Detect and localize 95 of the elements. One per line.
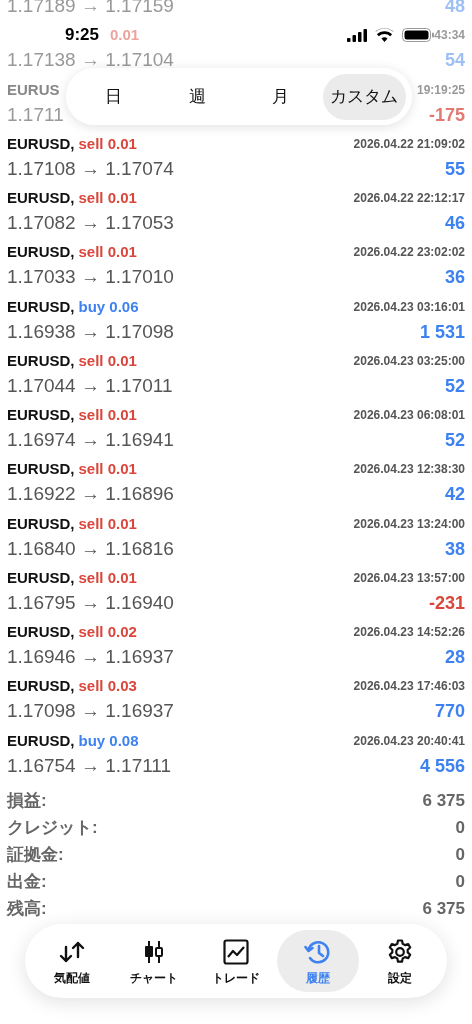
price-range: 1.16922 → 1.16896: [7, 483, 174, 506]
nav-tab[interactable]: 設定: [359, 930, 441, 992]
price-range: 1.17098 → 1.16937: [7, 700, 174, 723]
symbol-text: EURUSD,: [7, 242, 75, 263]
symbol-text: EURUSD,: [7, 405, 75, 425]
trade-time: 2026.04.23 06:08:01: [353, 407, 465, 424]
trade-time: 2026.04.22 22:12:17: [353, 190, 465, 207]
trade-side: sell 0.01: [78, 513, 137, 534]
profit-value: 1 531: [419, 320, 465, 343]
summary-label: 損益:: [7, 789, 47, 812]
wifi-icon: [375, 28, 394, 42]
profit-value: 52: [444, 374, 465, 397]
trade-time: 2026.04.23 03:25:00: [353, 352, 465, 370]
profit-value: 36: [444, 266, 465, 289]
trade-side: buy 0.08: [78, 730, 139, 751]
trade-time: 2026.04.22 23:02:02: [353, 244, 465, 262]
trade-side: sell 0.01: [78, 133, 137, 154]
symbol-text: EURUS: [7, 79, 60, 100]
trade-side: sell 0.01: [78, 567, 137, 588]
period-tab[interactable]: 週: [155, 73, 239, 120]
summary-value: 6 375: [422, 789, 465, 812]
symbol-text: EURUSD,: [7, 296, 75, 317]
summary-label: 残高:: [7, 897, 47, 920]
trade-side: sell 0.01: [78, 188, 137, 208]
period-tab[interactable]: 月: [239, 73, 323, 120]
profit-value: -231: [428, 591, 465, 614]
trade-time: 2026.04.23 17:46:03: [353, 678, 465, 696]
profit-value: 4 556: [419, 754, 465, 777]
trade-time: 2026.04.23 03:16:01: [353, 298, 465, 316]
summary-value: 0: [455, 870, 465, 893]
trade-time: 43:34: [434, 27, 465, 45]
up-down-arrows-icon: [59, 940, 85, 963]
status-time: 9:25: [65, 24, 100, 47]
symbol-text: EURUSD,: [7, 567, 75, 588]
nav-tab[interactable]: 気配値: [31, 930, 113, 992]
profit-value: 55: [444, 157, 465, 180]
price-range: 1.17082 → 1.17053: [7, 212, 174, 234]
nav-tab[interactable]: チャート: [113, 930, 195, 992]
profit-value: 48: [444, 0, 465, 17]
price-range: 1.17044 → 1.17011: [7, 374, 173, 397]
profit-value: 42: [444, 483, 465, 506]
price-range: 1.16840 → 1.16816: [7, 537, 174, 560]
trade-time: 2026.04.22 21:09:02: [353, 135, 465, 153]
line-chart-icon: [223, 938, 249, 965]
settings-icon: [387, 938, 413, 965]
symbol-text: EURUSD,: [7, 730, 75, 751]
trade-time: 19:19:25: [416, 81, 465, 99]
profit-value: 38: [444, 537, 465, 560]
symbol-text: EURUSD,: [7, 133, 75, 154]
profit-value: 52: [444, 429, 465, 451]
trade-side: sell 0.01: [78, 459, 137, 480]
price-range: 1.17033 → 1.17010: [7, 266, 174, 289]
profit-value: 28: [444, 646, 465, 668]
price-range: 1.16974 → 1.16941: [7, 429, 174, 451]
price-range: 1.17108 → 1.17074: [7, 157, 174, 180]
symbol-text: EURUSD,: [7, 188, 75, 208]
trade-side: 0.01: [110, 25, 140, 46]
signal-icon: [347, 28, 367, 42]
nav-tab[interactable]: トレード: [195, 930, 277, 992]
trade-side: sell 0.02: [78, 622, 137, 642]
symbol-text: EURUSD,: [7, 350, 75, 371]
trade-side: sell 0.01: [78, 350, 137, 371]
summary-value: 0: [455, 843, 465, 866]
symbol-text: EURUSD,: [7, 459, 75, 480]
trade-time: 2026.04.23 13:24:00: [353, 515, 465, 533]
symbol-text: EURUSD,: [7, 676, 75, 697]
summary-label: 出金:: [7, 870, 47, 893]
trade-side: sell 0.03: [78, 676, 137, 697]
period-tab[interactable]: カスタム: [322, 73, 406, 120]
symbol-text: EURUSD,: [7, 513, 75, 534]
trade-time: 2026.04.23 20:40:41: [353, 732, 465, 750]
price-range: 1.16795 → 1.16940: [7, 591, 174, 614]
profit-value: 770: [434, 700, 465, 723]
summary-label: クレジット:: [7, 816, 98, 839]
summary-label: 証拠金:: [7, 843, 64, 866]
price-range: 1.16754 → 1.17111: [7, 754, 172, 777]
battery-icon: [402, 28, 434, 42]
summary-value: 6 375: [422, 897, 465, 920]
trade-side: buy 0.06: [78, 296, 139, 317]
price-range: 1.16946 → 1.16937: [7, 646, 174, 668]
symbol-text: EURUSD,: [7, 622, 75, 642]
price-range: 1.1711: [7, 103, 64, 126]
price-range: 1.16938 → 1.17098: [7, 320, 174, 343]
trade-side: sell 0.01: [78, 405, 137, 425]
profit-value: -175: [428, 103, 465, 126]
trade-time: 2026.04.23 14:52:26: [353, 624, 465, 641]
summary-value: 0: [455, 816, 465, 839]
period-tab[interactable]: 日: [72, 73, 156, 120]
trade-side: sell 0.01: [78, 242, 137, 263]
candlestick-icon: [143, 939, 165, 964]
price-range: 1.17138 → 1.17104: [7, 49, 174, 72]
trade-time: 2026.04.23 12:38:30: [353, 461, 465, 479]
trade-time: 2026.04.23 13:57:00: [353, 569, 465, 587]
profit-value: 54: [444, 49, 465, 72]
profit-value: 46: [444, 212, 465, 234]
